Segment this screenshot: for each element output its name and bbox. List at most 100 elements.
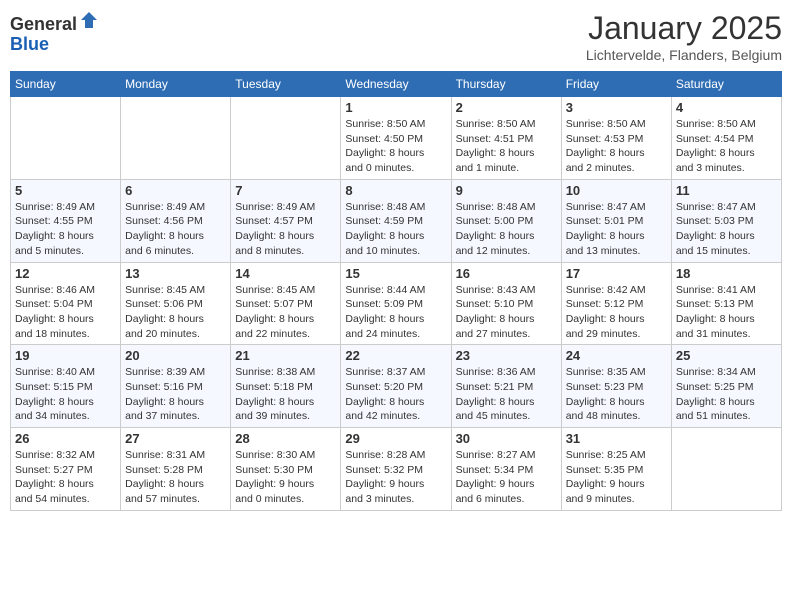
calendar-day-cell	[231, 97, 341, 180]
day-number: 17	[566, 266, 667, 281]
calendar-day-cell	[11, 97, 121, 180]
calendar-day-cell: 12 Sunrise: 8:46 AM Sunset: 5:04 PM Dayli…	[11, 262, 121, 345]
day-info: Sunrise: 8:50 AM Sunset: 4:53 PM Dayligh…	[566, 117, 667, 176]
logo-icon	[79, 10, 99, 30]
calendar-day-cell: 10 Sunrise: 8:47 AM Sunset: 5:01 PM Dayli…	[561, 179, 671, 262]
day-info: Sunrise: 8:30 AM Sunset: 5:30 PM Dayligh…	[235, 448, 336, 507]
day-info: Sunrise: 8:46 AM Sunset: 5:04 PM Dayligh…	[15, 283, 116, 342]
calendar-day-cell: 16Sunrise: 8:43 AM Sunset: 5:10 PM Dayli…	[451, 262, 561, 345]
day-of-week-header: Friday	[561, 72, 671, 97]
day-number: 21	[235, 348, 336, 363]
day-number: 3	[566, 100, 667, 115]
day-number: 28	[235, 431, 336, 446]
day-number: 18	[676, 266, 777, 281]
day-info: Sunrise: 8:48 AM Sunset: 5:00 PM Dayligh…	[456, 200, 557, 259]
calendar-header-row: SundayMondayTuesdayWednesdayThursdayFrid…	[11, 72, 782, 97]
day-info: Sunrise: 8:37 AM Sunset: 5:20 PM Dayligh…	[345, 365, 446, 424]
day-number: 7	[235, 183, 336, 198]
day-number: 10	[566, 183, 667, 198]
day-number: 24	[566, 348, 667, 363]
day-info: Sunrise: 8:50 AM Sunset: 4:50 PM Dayligh…	[345, 117, 446, 176]
day-number: 14	[235, 266, 336, 281]
calendar-day-cell: 24 Sunrise: 8:35 AM Sunset: 5:23 PM Dayli…	[561, 345, 671, 428]
calendar-day-cell	[121, 97, 231, 180]
logo-blue-text: Blue	[10, 34, 49, 54]
day-info: Sunrise: 8:44 AM Sunset: 5:09 PM Dayligh…	[345, 283, 446, 342]
day-info: Sunrise: 8:39 AM Sunset: 5:16 PM Dayligh…	[125, 365, 226, 424]
calendar-day-cell: 22Sunrise: 8:37 AM Sunset: 5:20 PM Dayli…	[341, 345, 451, 428]
day-info: Sunrise: 8:49 AM Sunset: 4:55 PM Dayligh…	[15, 200, 116, 259]
day-number: 9	[456, 183, 557, 198]
calendar-day-cell: 2 Sunrise: 8:50 AM Sunset: 4:51 PM Daylig…	[451, 97, 561, 180]
day-info: Sunrise: 8:42 AM Sunset: 5:12 PM Dayligh…	[566, 283, 667, 342]
calendar-day-cell: 8 Sunrise: 8:48 AM Sunset: 4:59 PM Daylig…	[341, 179, 451, 262]
day-number: 4	[676, 100, 777, 115]
day-info: Sunrise: 8:34 AM Sunset: 5:25 PM Dayligh…	[676, 365, 777, 424]
day-number: 11	[676, 183, 777, 198]
day-number: 29	[345, 431, 446, 446]
day-info: Sunrise: 8:48 AM Sunset: 4:59 PM Dayligh…	[345, 200, 446, 259]
day-info: Sunrise: 8:45 AM Sunset: 5:06 PM Dayligh…	[125, 283, 226, 342]
day-number: 16	[456, 266, 557, 281]
day-of-week-header: Tuesday	[231, 72, 341, 97]
calendar-day-cell: 30Sunrise: 8:27 AM Sunset: 5:34 PM Dayli…	[451, 428, 561, 511]
calendar-day-cell: 9 Sunrise: 8:48 AM Sunset: 5:00 PM Daylig…	[451, 179, 561, 262]
page-header: General Blue January 2025 Lichtervelde, …	[10, 10, 782, 63]
calendar-day-cell: 18 Sunrise: 8:41 AM Sunset: 5:13 PM Dayli…	[671, 262, 781, 345]
month-title: January 2025	[586, 10, 782, 47]
day-of-week-header: Thursday	[451, 72, 561, 97]
day-info: Sunrise: 8:49 AM Sunset: 4:56 PM Dayligh…	[125, 200, 226, 259]
calendar-day-cell: 23Sunrise: 8:36 AM Sunset: 5:21 PM Dayli…	[451, 345, 561, 428]
calendar-day-cell: 7 Sunrise: 8:49 AM Sunset: 4:57 PM Daylig…	[231, 179, 341, 262]
day-info: Sunrise: 8:41 AM Sunset: 5:13 PM Dayligh…	[676, 283, 777, 342]
calendar-day-cell: 20 Sunrise: 8:39 AM Sunset: 5:16 PM Dayli…	[121, 345, 231, 428]
day-number: 25	[676, 348, 777, 363]
day-number: 6	[125, 183, 226, 198]
day-info: Sunrise: 8:49 AM Sunset: 4:57 PM Dayligh…	[235, 200, 336, 259]
day-number: 19	[15, 348, 116, 363]
calendar-day-cell: 19Sunrise: 8:40 AM Sunset: 5:15 PM Dayli…	[11, 345, 121, 428]
calendar-day-cell: 5 Sunrise: 8:49 AM Sunset: 4:55 PM Daylig…	[11, 179, 121, 262]
day-of-week-header: Sunday	[11, 72, 121, 97]
day-info: Sunrise: 8:35 AM Sunset: 5:23 PM Dayligh…	[566, 365, 667, 424]
day-number: 12	[15, 266, 116, 281]
day-info: Sunrise: 8:50 AM Sunset: 4:51 PM Dayligh…	[456, 117, 557, 176]
calendar-day-cell: 28 Sunrise: 8:30 AM Sunset: 5:30 PM Dayli…	[231, 428, 341, 511]
calendar-week-row: 1 Sunrise: 8:50 AM Sunset: 4:50 PM Daylig…	[11, 97, 782, 180]
calendar-day-cell: 6 Sunrise: 8:49 AM Sunset: 4:56 PM Daylig…	[121, 179, 231, 262]
calendar-day-cell: 15Sunrise: 8:44 AM Sunset: 5:09 PM Dayli…	[341, 262, 451, 345]
day-of-week-header: Wednesday	[341, 72, 451, 97]
calendar-day-cell: 25 Sunrise: 8:34 AM Sunset: 5:25 PM Dayli…	[671, 345, 781, 428]
day-number: 27	[125, 431, 226, 446]
calendar-day-cell: 4 Sunrise: 8:50 AM Sunset: 4:54 PM Daylig…	[671, 97, 781, 180]
day-number: 1	[345, 100, 446, 115]
calendar-day-cell: 11 Sunrise: 8:47 AM Sunset: 5:03 PM Dayli…	[671, 179, 781, 262]
day-info: Sunrise: 8:38 AM Sunset: 5:18 PM Dayligh…	[235, 365, 336, 424]
day-number: 31	[566, 431, 667, 446]
calendar-day-cell: 14Sunrise: 8:45 AM Sunset: 5:07 PM Dayli…	[231, 262, 341, 345]
calendar-day-cell: 29 Sunrise: 8:28 AM Sunset: 5:32 PM Dayli…	[341, 428, 451, 511]
day-number: 5	[15, 183, 116, 198]
logo: General Blue	[10, 10, 99, 55]
calendar-day-cell: 3 Sunrise: 8:50 AM Sunset: 4:53 PM Daylig…	[561, 97, 671, 180]
day-info: Sunrise: 8:47 AM Sunset: 5:03 PM Dayligh…	[676, 200, 777, 259]
day-info: Sunrise: 8:25 AM Sunset: 5:35 PM Dayligh…	[566, 448, 667, 507]
calendar-table: SundayMondayTuesdayWednesdayThursdayFrid…	[10, 71, 782, 511]
day-info: Sunrise: 8:36 AM Sunset: 5:21 PM Dayligh…	[456, 365, 557, 424]
day-info: Sunrise: 8:31 AM Sunset: 5:28 PM Dayligh…	[125, 448, 226, 507]
day-info: Sunrise: 8:27 AM Sunset: 5:34 PM Dayligh…	[456, 448, 557, 507]
day-number: 26	[15, 431, 116, 446]
day-info: Sunrise: 8:28 AM Sunset: 5:32 PM Dayligh…	[345, 448, 446, 507]
calendar-day-cell: 13Sunrise: 8:45 AM Sunset: 5:06 PM Dayli…	[121, 262, 231, 345]
day-of-week-header: Monday	[121, 72, 231, 97]
day-number: 20	[125, 348, 226, 363]
day-info: Sunrise: 8:50 AM Sunset: 4:54 PM Dayligh…	[676, 117, 777, 176]
calendar-day-cell: 21 Sunrise: 8:38 AM Sunset: 5:18 PM Dayli…	[231, 345, 341, 428]
day-of-week-header: Saturday	[671, 72, 781, 97]
day-number: 2	[456, 100, 557, 115]
day-number: 8	[345, 183, 446, 198]
day-info: Sunrise: 8:47 AM Sunset: 5:01 PM Dayligh…	[566, 200, 667, 259]
calendar-week-row: 19Sunrise: 8:40 AM Sunset: 5:15 PM Dayli…	[11, 345, 782, 428]
calendar-day-cell: 31 Sunrise: 8:25 AM Sunset: 5:35 PM Dayli…	[561, 428, 671, 511]
calendar-day-cell: 17 Sunrise: 8:42 AM Sunset: 5:12 PM Dayli…	[561, 262, 671, 345]
